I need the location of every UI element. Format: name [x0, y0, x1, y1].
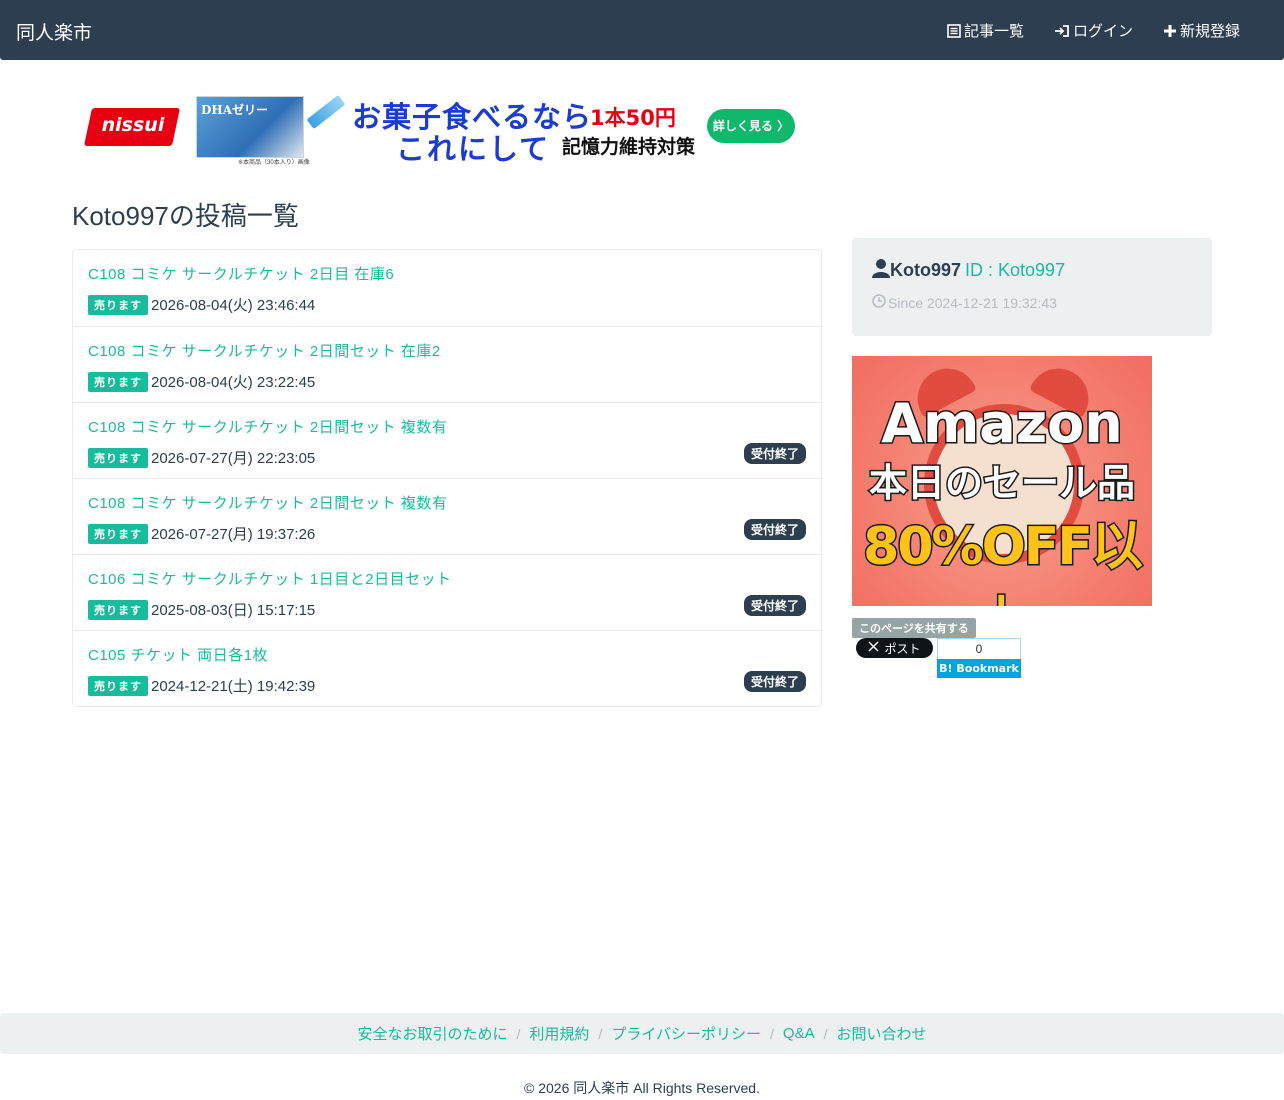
type-badge: 売ります — [88, 599, 148, 620]
post-list: C108 コミケ サークルチケット 2日目 在庫6 売ります 2026-08-0… — [72, 249, 822, 707]
nav-signup-label: 新規登録 — [1179, 23, 1240, 40]
nav-login[interactable]: ログイン — [1054, 20, 1133, 41]
type-badge: 売ります — [88, 675, 148, 696]
footer-separator: / — [516, 1025, 521, 1042]
footer-link-contact[interactable]: お問い合わせ — [836, 1023, 926, 1044]
footer-separator: / — [823, 1025, 828, 1042]
list-item[interactable]: C105 チケット 両日各1枚 売ります 2024-12-21(土) 19:42… — [73, 630, 821, 706]
clock-icon — [872, 294, 886, 311]
hatena-bookmark-widget[interactable]: 0 B! Bookmark — [937, 638, 1021, 678]
nav-login-label: ログイン — [1072, 23, 1133, 40]
profile-name-row: Koto997 ID : Koto997 — [872, 258, 1065, 283]
product-caption: ※本商品（30本入り）画像 — [238, 160, 310, 166]
ad-price: 1本50円 — [590, 106, 676, 130]
status-badge: 受付終了 — [743, 519, 806, 540]
hatena-bookmark-button[interactable]: B! Bookmark — [937, 659, 1021, 678]
x-logo-icon — [868, 641, 880, 655]
status-badge: 受付終了 — [743, 671, 806, 692]
copyright: © 2026 同人楽市 All Rights Reserved. — [524, 1080, 760, 1096]
nissui-logo: nissui — [82, 96, 182, 158]
post-meta: 売ります 2026-07-27(月) 22:23:05 — [88, 447, 315, 468]
share-label: このページを共有する — [852, 618, 976, 638]
list-item[interactable]: C108 コミケ サークルチケット 2日間セット 複数有 売ります 2026-0… — [73, 478, 821, 554]
hatena-count: 0 — [937, 638, 1021, 659]
footer-link-safety[interactable]: 安全なお取引のために — [358, 1023, 508, 1044]
post-date: 2026-07-27(月) 19:37:26 — [151, 526, 316, 543]
x-post-label: ポスト — [884, 641, 921, 656]
profile-name: Koto997 — [890, 260, 962, 280]
nav-links: 記事一覧 ログイン 新規登録 — [947, 20, 1240, 41]
list-icon — [947, 23, 961, 38]
footer-link-terms[interactable]: 利用規約 — [529, 1023, 589, 1044]
post-title-link[interactable]: C108 コミケ サークルチケット 2日間セット 在庫2 — [88, 340, 441, 361]
post-date: 2025-08-03(日) 15:17:15 — [151, 602, 316, 619]
profile-card: Koto997 ID : Koto997 Since 2024-12-21 19… — [852, 238, 1212, 336]
type-badge: 売ります — [88, 523, 148, 544]
nav-signup[interactable]: 新規登録 — [1163, 20, 1240, 41]
post-meta: 売ります 2024-12-21(土) 19:42:39 — [88, 675, 315, 696]
status-badge: 受付終了 — [743, 443, 806, 464]
type-badge: 売ります — [88, 447, 148, 468]
footer-separator: / — [770, 1025, 774, 1042]
top-ad-banner[interactable]: nissui DHAゼリー ※本商品（30本入り）画像 お菓子食べるなら 1本5… — [80, 92, 800, 166]
plus-icon — [1163, 24, 1177, 38]
post-title-link[interactable]: C108 コミケ サークルチケット 2日間セット 複数有 — [88, 492, 447, 513]
post-title-link[interactable]: C106 コミケ サークルチケット 1日目と2日目セット — [88, 568, 452, 589]
ad-amazon-text: Amazon — [880, 391, 1124, 457]
post-meta: 売ります 2026-07-27(月) 19:37:26 — [88, 523, 315, 544]
user-icon — [872, 258, 890, 283]
x-post-button[interactable]: ポスト — [856, 638, 933, 658]
post-meta: 売ります 2026-08-04(火) 23:22:45 — [88, 371, 315, 392]
footer-link-faq[interactable]: Q&A — [783, 1025, 815, 1042]
list-item[interactable]: C108 コミケ サークルチケット 2日目 在庫6 売ります 2026-08-0… — [73, 250, 821, 326]
amazon-sale-ad[interactable]: Amazon 本日のセール品 80%OFF以上 — [852, 356, 1152, 606]
login-icon — [1054, 24, 1070, 38]
post-meta: 売ります 2026-08-04(火) 23:46:44 — [88, 294, 315, 315]
post-date: 2026-08-04(火) 23:46:44 — [151, 297, 316, 314]
post-date: 2026-08-04(火) 23:22:45 — [151, 374, 316, 391]
footer-separator: / — [598, 1025, 603, 1042]
ad-discount-text: 80%OFF以上 — [862, 516, 1145, 607]
ad-headline-2: これにして — [396, 132, 551, 166]
post-title-link[interactable]: C108 コミケ サークルチケット 2日間セット 複数有 — [88, 416, 447, 437]
profile-since: Since 2024-12-21 19:32:43 — [872, 294, 1057, 311]
navbar: 同人楽市 記事一覧 ログイン 新規登録 — [0, 0, 1284, 60]
footer-links: 安全なお取引のために / 利用規約 / プライバシーポリシー / Q&A / お… — [0, 1013, 1284, 1054]
nav-article-list-label: 記事一覧 — [963, 23, 1024, 40]
post-meta: 売ります 2025-08-03(日) 15:17:15 — [88, 599, 315, 620]
status-badge: 受付終了 — [743, 595, 806, 616]
post-date: 2026-07-27(月) 22:23:05 — [151, 450, 316, 467]
ad-details-button[interactable]: 詳しく見る 〉 — [707, 109, 795, 143]
post-title-link[interactable]: C108 コミケ サークルチケット 2日目 在庫6 — [88, 263, 394, 284]
list-item[interactable]: C108 コミケ サークルチケット 2日間セット 複数有 売ります 2026-0… — [73, 402, 821, 478]
page-title: Koto997の投稿一覧 — [72, 201, 299, 231]
jelly-stick-image — [306, 94, 346, 130]
profile-since-text: Since 2024-12-21 19:32:43 — [888, 294, 1057, 311]
ad-sale-text: 本日のセール品 — [867, 460, 1136, 507]
profile-id: ID : Koto997 — [965, 260, 1066, 280]
type-badge: 売ります — [88, 294, 148, 315]
nav-article-list[interactable]: 記事一覧 — [947, 20, 1024, 41]
footer-link-privacy[interactable]: プライバシーポリシー — [611, 1023, 761, 1044]
product-image: DHAゼリー — [196, 96, 304, 158]
post-date: 2024-12-21(土) 19:42:39 — [151, 678, 316, 695]
list-item[interactable]: C108 コミケ サークルチケット 2日間セット 在庫2 売ります 2026-0… — [73, 326, 821, 402]
list-item[interactable]: C106 コミケ サークルチケット 1日目と2日目セット 売ります 2025-0… — [73, 554, 821, 630]
ad-subtext: 記憶力維持対策 — [562, 136, 696, 158]
site-brand[interactable]: 同人楽市 — [16, 18, 92, 45]
post-title-link[interactable]: C105 チケット 両日各1枚 — [88, 644, 268, 665]
type-badge: 売ります — [88, 371, 148, 392]
